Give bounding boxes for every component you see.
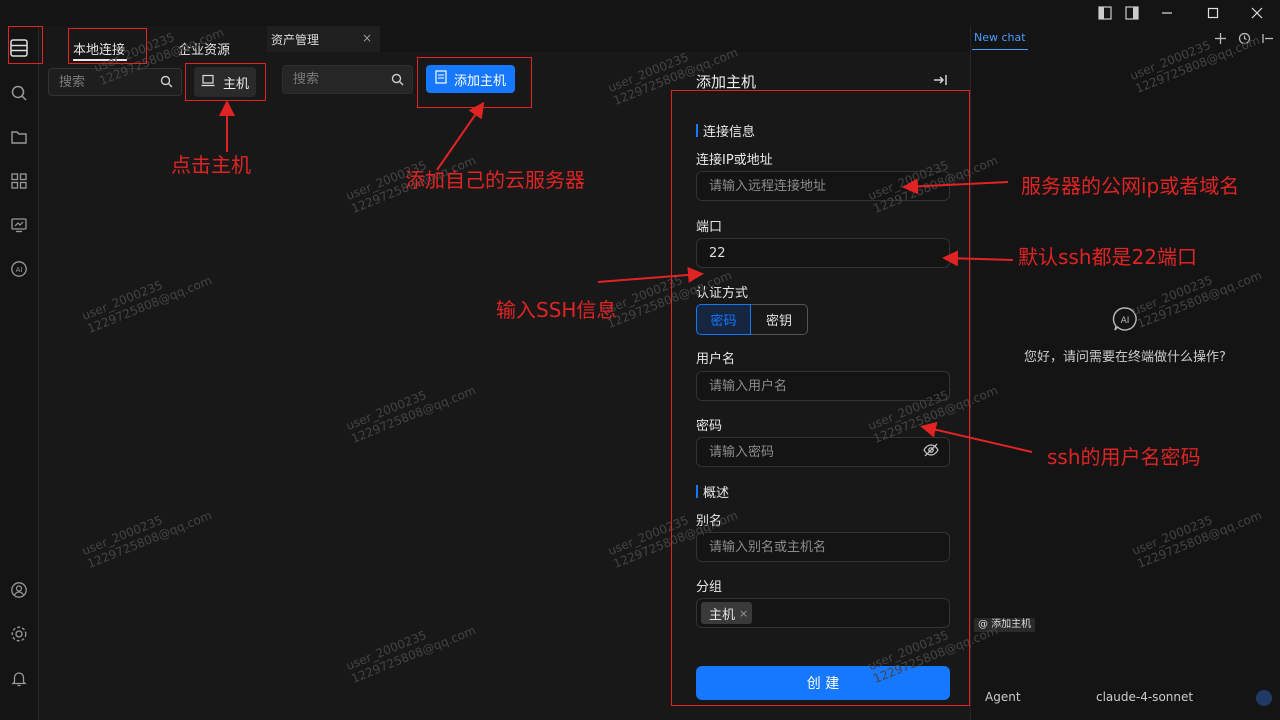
annotation-ssh-info: 输入SSH信息 (496, 298, 617, 322)
arrow-ssh-user-pwd (920, 421, 1033, 453)
annotation-public-ip: 服务器的公网ip或者域名 (1021, 174, 1240, 198)
annotation-arrows (219, 100, 1033, 453)
annotation-click-host: 点击主机 (171, 153, 251, 177)
annotation-add-server: 添加自己的云服务器 (405, 168, 585, 192)
arrow-default-port (942, 250, 1014, 267)
annotation-ssh-user-pwd: ssh的用户名密码 (1047, 445, 1201, 469)
arrow-ssh-info (597, 266, 704, 283)
arrow-public-ip (902, 178, 1009, 195)
arrow-add-server (436, 101, 485, 171)
annotation-default-port: 默认ssh都是22端口 (1018, 245, 1197, 269)
